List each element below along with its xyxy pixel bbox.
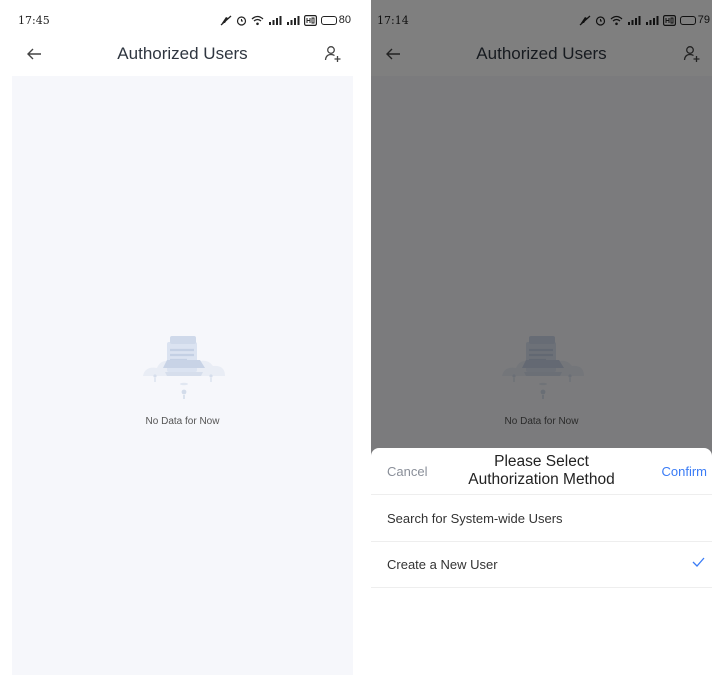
- status-bar: 17:45 80: [12, 0, 353, 40]
- sheet-header: Cancel Please Select Authorization Metho…: [371, 448, 712, 494]
- wifi-icon: [251, 15, 264, 26]
- arrow-left-icon: [27, 48, 41, 60]
- empty-state: No Data for Now: [12, 332, 353, 427]
- add-user-icon: [324, 46, 341, 62]
- option-create-new-user[interactable]: Create a New User: [371, 541, 712, 588]
- nav-bar: Authorized Users: [12, 38, 353, 70]
- option-label: Create a New User: [387, 557, 498, 572]
- content-area: No Data for Now: [12, 76, 353, 675]
- back-button[interactable]: [22, 42, 46, 66]
- left-screen: 17:45 80 Authorized Users No Data for No…: [12, 0, 353, 675]
- status-icons: 80: [220, 14, 351, 26]
- authorization-method-sheet: Cancel Please Select Authorization Metho…: [371, 448, 712, 675]
- empty-data-illustration: [142, 336, 225, 399]
- status-time: 17:45: [18, 13, 50, 27]
- sheet-title: Please Select Authorization Method: [468, 453, 615, 488]
- battery-indicator: 80: [320, 14, 351, 26]
- page-title: Authorized Users: [117, 44, 248, 63]
- battery-icon: [320, 15, 337, 25]
- battery-level: 80: [338, 14, 351, 26]
- confirm-button[interactable]: Confirm: [661, 464, 707, 479]
- signal-icon: [268, 15, 282, 26]
- checkmark-icon: [692, 557, 705, 567]
- add-user-button[interactable]: [321, 42, 345, 66]
- empty-state-text: No Data for Now: [145, 416, 220, 427]
- option-search-system-users[interactable]: Search for System-wide Users: [371, 494, 712, 541]
- mute-icon: [220, 15, 232, 26]
- hd-icon: [303, 14, 317, 26]
- right-screen: 17:14 79: [371, 0, 712, 675]
- signal-icon: [286, 15, 300, 26]
- alarm-icon: [236, 15, 247, 26]
- option-label: Search for System-wide Users: [387, 510, 563, 526]
- cancel-button[interactable]: Cancel: [387, 464, 427, 479]
